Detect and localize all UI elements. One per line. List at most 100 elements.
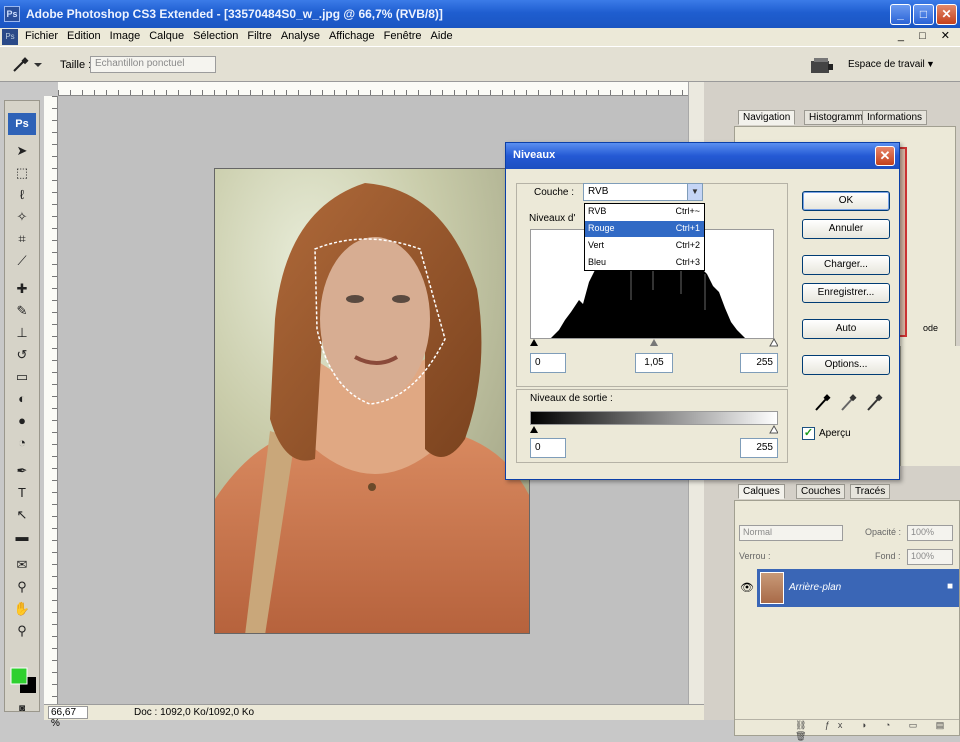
dropdown-option-bleu[interactable]: Bleu Ctrl+3: [585, 255, 704, 271]
output-black-field[interactable]: 0: [530, 438, 566, 458]
option-shortcut: Ctrl+2: [675, 240, 700, 250]
dropdown-option-vert[interactable]: Vert Ctrl+2: [585, 238, 704, 254]
move-tool-icon[interactable]: ➤: [11, 141, 33, 161]
color-swatches[interactable]: [9, 663, 39, 697]
crop-tool-icon[interactable]: ⌗: [11, 229, 33, 249]
dodge-tool-icon[interactable]: ◔: [11, 433, 33, 453]
vertical-ruler: [44, 96, 58, 704]
options-button[interactable]: Options...: [802, 355, 890, 375]
document-window-controls[interactable]: _ □ ✕: [898, 29, 956, 42]
marquee-tool-icon[interactable]: ⬚: [11, 163, 33, 183]
tab-calques[interactable]: Calques: [738, 484, 785, 499]
color-panel: [900, 346, 960, 466]
menu-fenetre[interactable]: Fenêtre: [381, 30, 428, 42]
document-icon[interactable]: Ps: [2, 29, 18, 45]
apercu-label[interactable]: Aperçu: [819, 428, 851, 439]
path-selection-tool-icon[interactable]: ↖: [11, 505, 33, 525]
gradient-tool-icon[interactable]: ◐: [11, 389, 33, 409]
dropdown-option-rouge[interactable]: Rouge Ctrl+1: [585, 221, 704, 237]
slice-tool-icon[interactable]: ⟋: [11, 251, 33, 271]
layer-visibility-eye-icon[interactable]: 👁: [740, 581, 754, 594]
eyedropper-tool-icon[interactable]: ⚲: [11, 577, 33, 597]
notes-tool-icon[interactable]: ✉: [11, 555, 33, 575]
eyedropper-preset-icon[interactable]: [8, 55, 48, 75]
zoom-tool-icon[interactable]: ⚲: [11, 621, 33, 641]
blend-mode-select[interactable]: Normal: [739, 525, 843, 541]
tab-traces[interactable]: Tracés: [850, 484, 891, 499]
brush-tool-icon[interactable]: ✎: [11, 301, 33, 321]
input-black-field[interactable]: 0: [530, 353, 566, 373]
dialog-title-bar[interactable]: Niveaux ✕: [506, 143, 899, 169]
white-eyedropper-icon[interactable]: [864, 393, 886, 413]
gray-eyedropper-icon[interactable]: [838, 393, 860, 413]
black-eyedropper-icon[interactable]: [812, 393, 834, 413]
auto-button[interactable]: Auto: [802, 319, 890, 339]
input-gamma-field[interactable]: 1,05: [635, 353, 673, 373]
output-white-field[interactable]: 255: [740, 438, 778, 458]
taille-label: Taille :: [60, 59, 92, 71]
dialog-close-button[interactable]: ✕: [875, 146, 895, 166]
close-window-button[interactable]: ✕: [936, 4, 957, 25]
input-levels-slider[interactable]: [530, 337, 778, 347]
enregistrer-button[interactable]: Enregistrer...: [802, 283, 890, 303]
menu-analyse[interactable]: Analyse: [278, 30, 326, 42]
layer-row[interactable]: Arrière-plan ■: [757, 569, 959, 607]
menu-aide[interactable]: Aide: [428, 30, 459, 42]
sample-size-select[interactable]: Echantillon ponctuel: [90, 56, 216, 73]
layer-lock-icon: ■: [946, 581, 953, 592]
navigator-zoom-tail: ode: [923, 323, 939, 333]
tab-navigation[interactable]: Navigation: [738, 110, 796, 125]
option-shortcut: Ctrl+3: [675, 257, 700, 267]
layers-panel-footer[interactable]: ⛓ ƒx ◑ ◔ ▭ ▤ 🗑: [735, 719, 959, 741]
history-brush-tool-icon[interactable]: ↺: [11, 345, 33, 365]
dropdown-option-rvb[interactable]: RVB Ctrl+~: [585, 204, 704, 220]
opacity-field[interactable]: 100%: [907, 525, 953, 541]
photoshop-logo[interactable]: Ps: [8, 113, 36, 135]
output-levels-slider[interactable]: [530, 424, 778, 434]
zoom-field[interactable]: 66,67 %: [48, 706, 88, 729]
minimize-button[interactable]: _: [890, 4, 911, 25]
menu-calque[interactable]: Calque: [146, 30, 190, 42]
charger-button[interactable]: Charger...: [802, 255, 890, 275]
apercu-checkbox[interactable]: ✓: [802, 427, 815, 440]
menu-fichier[interactable]: Fichier: [22, 30, 64, 42]
horizontal-ruler: [58, 82, 688, 96]
blur-tool-icon[interactable]: ●: [11, 411, 33, 431]
input-white-field[interactable]: 255: [740, 353, 778, 373]
option-label: RVB: [588, 206, 607, 216]
couche-label: Couche :: [534, 187, 575, 198]
pen-tool-icon[interactable]: ✒: [11, 461, 33, 481]
opacity-label: Opacité :: [865, 527, 902, 537]
document-image[interactable]: [214, 168, 530, 634]
workspace-dropdown-arrow[interactable]: ▼: [926, 59, 935, 69]
workspace-label[interactable]: Espace de travail: [848, 59, 925, 70]
clone-stamp-tool-icon[interactable]: ⊥: [11, 323, 33, 343]
magic-wand-tool-icon[interactable]: ✧: [11, 207, 33, 227]
couche-select[interactable]: RVB ▼: [583, 183, 703, 201]
healing-brush-tool-icon[interactable]: ✚: [11, 279, 33, 299]
output-gradient-bar: [530, 411, 778, 425]
tab-couches[interactable]: Couches: [796, 484, 846, 499]
menu-affichage[interactable]: Affichage: [326, 30, 381, 42]
ok-button[interactable]: OK: [802, 191, 890, 211]
annuler-button[interactable]: Annuler: [802, 219, 890, 239]
tab-informations[interactable]: Informations: [862, 110, 928, 125]
niveaux-entree-label: Niveaux d': [529, 213, 576, 224]
menu-edition[interactable]: Edition: [64, 30, 107, 42]
type-tool-icon[interactable]: T: [11, 483, 33, 503]
lasso-tool-icon[interactable]: ℓ: [11, 185, 33, 205]
fill-field[interactable]: 100%: [907, 549, 953, 565]
menu-filtre[interactable]: Filtre: [244, 30, 277, 42]
menu-selection[interactable]: Sélection: [190, 30, 244, 42]
chevron-down-icon[interactable]: ▼: [687, 184, 702, 200]
shape-tool-icon[interactable]: ▬: [11, 527, 33, 547]
photoshop-app-icon[interactable]: Ps: [4, 6, 20, 22]
eraser-tool-icon[interactable]: ▭: [11, 367, 33, 387]
hand-tool-icon[interactable]: ✋: [11, 599, 33, 619]
menu-image[interactable]: Image: [107, 30, 147, 42]
maximize-button[interactable]: □: [913, 4, 934, 25]
dialog-title: Niveaux: [513, 149, 556, 161]
workspace-icon[interactable]: [808, 55, 836, 77]
quick-mask-icon[interactable]: ◙: [11, 699, 33, 719]
option-label: Vert: [588, 240, 605, 250]
